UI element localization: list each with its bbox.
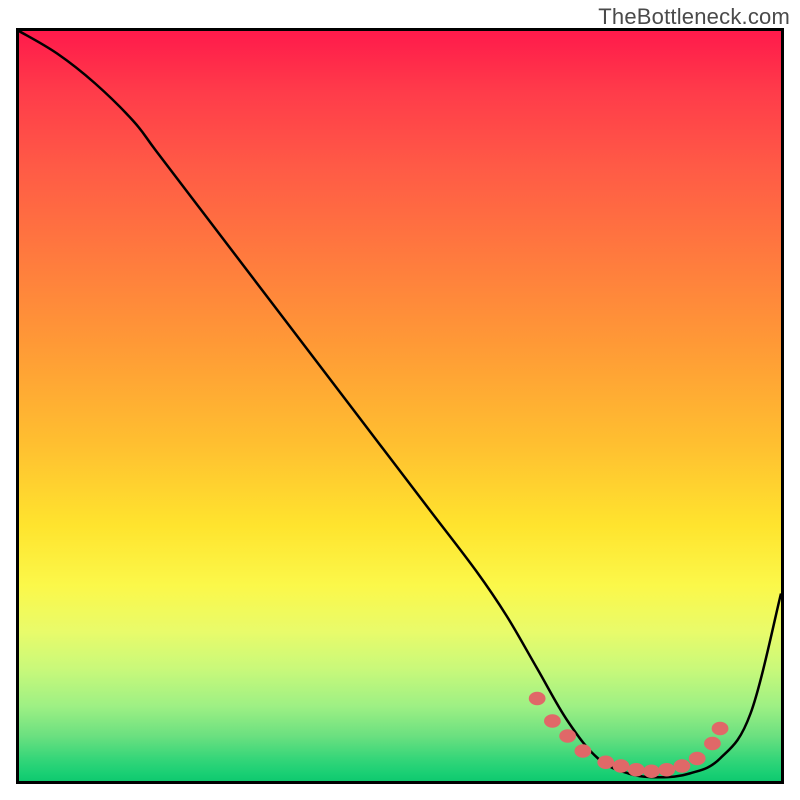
plot-area <box>16 28 784 784</box>
highlight-dot <box>643 764 660 778</box>
bottleneck-curve-line <box>19 31 781 777</box>
highlight-dot <box>689 752 706 766</box>
curve-svg <box>19 31 781 781</box>
highlight-dot <box>674 759 691 773</box>
highlight-dot <box>712 722 729 736</box>
watermark-text: TheBottleneck.com <box>598 4 790 30</box>
highlight-dot <box>704 737 721 751</box>
highlight-dot <box>544 714 561 728</box>
highlight-dot <box>597 756 614 770</box>
highlight-dot <box>529 692 546 706</box>
highlight-dot <box>628 763 645 777</box>
highlight-dot <box>658 763 675 777</box>
highlight-dot <box>613 759 630 773</box>
highlight-dot <box>574 744 591 758</box>
highlight-dot <box>559 729 576 743</box>
chart-container: TheBottleneck.com <box>0 0 800 800</box>
